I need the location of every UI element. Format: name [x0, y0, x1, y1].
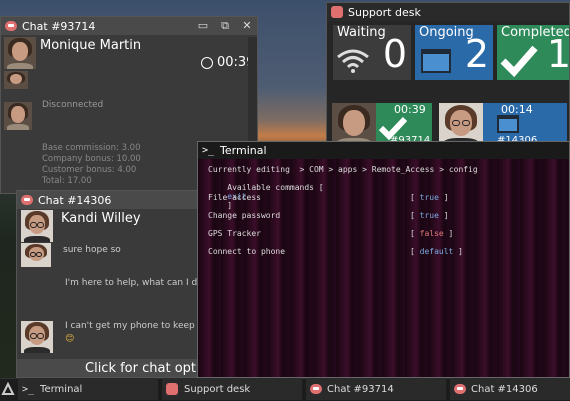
setting-label: Change password	[208, 211, 281, 220]
terminal-icon: >_	[202, 145, 215, 156]
terminal-window: >_ Terminal Currently editing > COM > ap…	[197, 141, 570, 378]
setting-value[interactable]: [ true ]	[410, 193, 449, 202]
waiting-label: Waiting	[337, 25, 386, 40]
setting-label: Connect to phone	[208, 247, 286, 256]
terminal-path: Currently editing > COM > apps > Remote_…	[208, 165, 478, 174]
support-desk-icon	[166, 383, 178, 395]
chat-window-14306: Chat #14306 Kandi Willey sure hope so I'…	[16, 190, 216, 378]
setting-value[interactable]: [ false ]	[410, 229, 453, 238]
terminal-titlebar[interactable]: >_ Terminal	[198, 142, 569, 159]
change-password-value[interactable]: true	[420, 211, 439, 220]
avatar	[4, 37, 36, 69]
completed-count: 1	[546, 32, 570, 76]
window-title: Terminal	[220, 144, 267, 157]
chat-options-label[interactable]: Click for chat optio	[85, 361, 208, 376]
window-icon	[497, 115, 519, 133]
setting-label: File access	[208, 193, 261, 202]
chat-icon	[21, 195, 33, 205]
chat-message: I'm here to help, what can I do for	[65, 278, 216, 288]
taskbar-item-terminal[interactable]: >_ Terminal	[18, 378, 158, 400]
taskbar-item-support[interactable]: Support desk	[162, 378, 302, 400]
customer-name: Monique Martin	[40, 38, 142, 53]
close-button[interactable]: ✕	[239, 19, 255, 33]
taskbar-item-chat-93714[interactable]: Chat #93714	[306, 378, 446, 400]
chat-icon	[454, 384, 466, 394]
chat-message: sure hope so	[63, 245, 121, 255]
maximize-button[interactable]: ⧉	[217, 19, 233, 33]
stat-line: Customer bonus: 4.00	[42, 165, 137, 175]
waiting-count: 0	[382, 32, 407, 76]
avatar	[21, 243, 51, 267]
gps-tracker-value[interactable]: false	[420, 229, 444, 238]
support-titlebar[interactable]: Support desk	[327, 3, 569, 21]
avatar	[4, 102, 32, 130]
taskbar-item-chat-14306[interactable]: Chat #14306	[450, 378, 570, 400]
ongoing-tile[interactable]: Ongoing 2	[415, 25, 493, 80]
avatar	[21, 321, 53, 353]
emoji: 😊	[65, 334, 75, 344]
window-title: Chat #14306	[38, 193, 112, 207]
customer-name: Kandi Willey	[61, 211, 141, 226]
file-access-value[interactable]: true	[420, 193, 439, 202]
waiting-tile[interactable]: Waiting 0	[333, 25, 411, 80]
support-desk-icon	[331, 6, 343, 18]
ongoing-count: 2	[464, 32, 489, 76]
card-timer: 00:14	[501, 103, 533, 116]
available-label: Available commands [	[227, 183, 324, 192]
chat-titlebar[interactable]: Chat #14306	[17, 191, 215, 209]
minimize-button[interactable]: ▭	[195, 19, 211, 33]
bracket: ]	[227, 201, 233, 210]
avatar	[21, 210, 53, 242]
status-text: Disconnected	[42, 100, 104, 110]
setting-value[interactable]: [ default ]	[410, 247, 463, 256]
setting-value[interactable]: [ true ]	[410, 211, 449, 220]
card-timer: 00:39	[394, 103, 426, 116]
window-title: Chat #93714	[22, 19, 96, 33]
checkmark-icon	[500, 45, 538, 77]
stat-line: Company bonus: 10.00	[42, 154, 141, 164]
wifi-icon	[337, 49, 369, 73]
clock-icon	[201, 57, 213, 69]
completed-tile[interactable]: Completed 1	[497, 25, 570, 80]
chat-message: I can't get my phone to keep a cha	[65, 321, 216, 331]
connect-phone-value[interactable]: default	[420, 247, 454, 256]
taskbar-label: Chat #14306	[471, 383, 538, 395]
terminal-icon: >_	[22, 383, 35, 395]
window-icon	[421, 49, 451, 73]
stat-line: Total: 17.00	[42, 176, 92, 186]
setting-label: GPS Tracker	[208, 229, 261, 238]
window-title: Support desk	[348, 5, 421, 19]
chat-titlebar[interactable]: Chat #93714 ▭ ⧉ ✕	[1, 17, 257, 35]
avatar	[4, 71, 28, 89]
stat-line: Base commission: 3.00	[42, 143, 141, 153]
start-button[interactable]	[0, 378, 16, 400]
chat-icon	[5, 21, 17, 31]
taskbar-label: Chat #93714	[327, 383, 394, 395]
taskbar-label: Terminal	[40, 383, 83, 395]
start-logo-icon	[1, 382, 15, 395]
taskbar-label: Support desk	[184, 383, 251, 395]
support-desk-window: Support desk Waiting 0 Ongoing 2 Complet…	[326, 2, 570, 148]
chat-icon	[310, 384, 322, 394]
commission-stats: Base commission: 3.00 Company bonus: 10.…	[42, 143, 141, 187]
